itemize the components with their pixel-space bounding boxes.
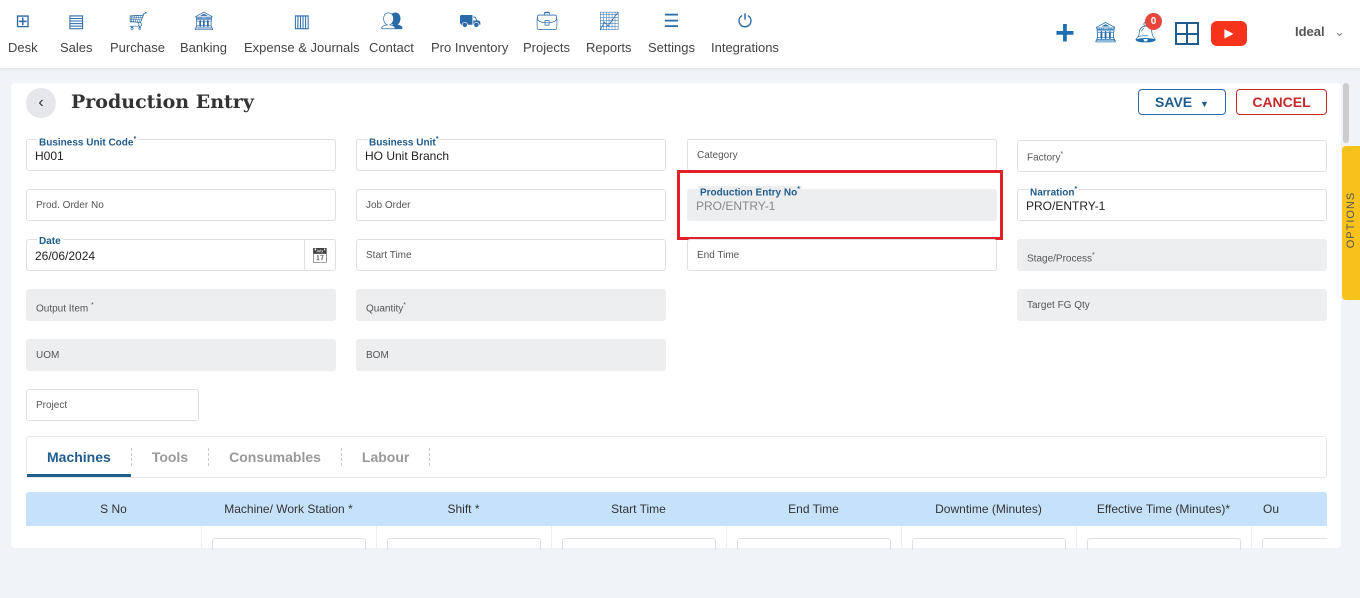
date-field[interactable]: Date 26/06/2024 📅︎ bbox=[26, 236, 336, 271]
youtube-icon[interactable]: ▶ bbox=[1211, 21, 1247, 46]
bank-icon: 🏛︎ bbox=[192, 11, 216, 31]
nav-desk[interactable]: ⊞ Desk bbox=[8, 10, 38, 55]
active-tab-indicator bbox=[27, 474, 131, 477]
output-cell[interactable] bbox=[1251, 526, 1327, 548]
column-header: Ou bbox=[1263, 502, 1280, 516]
nav-pro-inventory[interactable]: ⛟ Pro Inventory bbox=[431, 10, 508, 55]
tab-tools[interactable]: Tools bbox=[132, 448, 210, 466]
desk-icon: ⊞ bbox=[15, 11, 31, 31]
user-menu[interactable]: Ideal ⌄ bbox=[1295, 24, 1345, 40]
bom-field[interactable]: BOM bbox=[356, 339, 666, 371]
job-order-field[interactable]: Job Order bbox=[356, 189, 666, 221]
narration-field[interactable]: Narration* PRO/ENTRY-1 bbox=[1017, 186, 1327, 221]
column-header: Downtime (Minutes) bbox=[935, 502, 1042, 516]
projects-icon: 💼︎ bbox=[535, 11, 559, 31]
uom-field[interactable]: UOM bbox=[26, 339, 336, 371]
effective-time-input[interactable] bbox=[1087, 538, 1241, 550]
nav-settings[interactable]: ☰ Settings bbox=[648, 10, 695, 55]
machines-table-header: S No Machine/ Work Station * Shift * Sta… bbox=[26, 492, 1327, 526]
apps-grid-icon[interactable] bbox=[1175, 22, 1199, 45]
tab-consumables[interactable]: Consumables bbox=[209, 448, 342, 466]
stage-process-field[interactable]: Stage/Process* bbox=[1017, 239, 1327, 271]
tab-labour[interactable]: Labour bbox=[342, 448, 431, 466]
downtime-cell[interactable] bbox=[901, 526, 1076, 550]
end-time-field[interactable]: End Time bbox=[687, 239, 997, 271]
nav-reports[interactable]: 📈︎ Reports bbox=[586, 10, 632, 55]
page-title: Production Entry bbox=[71, 91, 254, 113]
nav-sales[interactable]: ▤ Sales bbox=[60, 10, 93, 55]
end-time-cell[interactable] bbox=[726, 526, 901, 550]
inventory-icon: ⛟ bbox=[458, 11, 482, 31]
downtime-input[interactable] bbox=[912, 538, 1066, 550]
notification-badge: 0 bbox=[1145, 13, 1162, 30]
tab-bar: Machines Tools Consumables Labour bbox=[26, 436, 1327, 478]
save-button[interactable]: SAVE ▼ bbox=[1138, 89, 1226, 115]
chevron-down-icon: ⌄ bbox=[1334, 24, 1346, 39]
cart-icon: 🛒︎ bbox=[126, 11, 150, 31]
effective-time-cell[interactable] bbox=[1076, 526, 1251, 550]
options-panel-toggle[interactable]: OPTIONS bbox=[1342, 146, 1360, 300]
contact-icon: 👥︎ bbox=[380, 11, 404, 31]
column-header: S No bbox=[100, 502, 127, 516]
start-time-input[interactable] bbox=[562, 538, 716, 550]
nav-integrations[interactable]: ⏻ Integrations bbox=[711, 10, 779, 55]
prod-order-no-field[interactable]: Prod. Order No bbox=[26, 189, 336, 221]
shift-input[interactable] bbox=[387, 538, 541, 550]
sales-icon: ▤ bbox=[67, 11, 85, 31]
shift-cell[interactable] bbox=[376, 526, 551, 550]
column-header: Start Time bbox=[611, 502, 666, 516]
project-field[interactable]: Project bbox=[26, 389, 199, 421]
highlight-box bbox=[677, 170, 1003, 240]
start-time-field[interactable]: Start Time bbox=[356, 239, 666, 271]
integrations-icon: ⏻ bbox=[737, 11, 753, 31]
column-header: Shift * bbox=[447, 502, 480, 516]
column-header: Effective Time (Minutes)* bbox=[1096, 502, 1231, 516]
reports-icon: 📈︎ bbox=[597, 11, 621, 31]
column-header: End Time bbox=[788, 502, 839, 516]
nav-expense-journals[interactable]: ▥ Expense & Journals bbox=[244, 10, 360, 55]
factory-field[interactable]: Factory* bbox=[1017, 140, 1327, 172]
output-input[interactable] bbox=[1262, 538, 1327, 548]
settings-icon: ☰ bbox=[663, 11, 680, 31]
chevron-left-icon: ‹ bbox=[38, 94, 44, 111]
back-button[interactable]: ‹ bbox=[26, 88, 56, 118]
nav-projects[interactable]: 💼︎ Projects bbox=[523, 10, 570, 55]
scrollbar[interactable] bbox=[1343, 83, 1349, 143]
journal-icon: ▥ bbox=[293, 11, 311, 31]
bank-transfer-icon[interactable]: 🏛︎ bbox=[1093, 20, 1118, 45]
cancel-button[interactable]: CANCEL bbox=[1236, 89, 1327, 115]
category-field[interactable]: Category bbox=[687, 139, 997, 171]
nav-banking[interactable]: 🏛︎ Banking bbox=[180, 10, 227, 55]
nav-purchase[interactable]: 🛒︎ Purchase bbox=[110, 10, 165, 55]
business-unit-code-field[interactable]: Business Unit Code* H001 bbox=[26, 136, 336, 171]
top-navigation: ⊞ Desk ▤ Sales 🛒︎ Purchase 🏛︎ Banking ▥ Expen… bbox=[0, 0, 1360, 68]
machine-input[interactable] bbox=[212, 538, 366, 550]
quantity-field[interactable]: Quantity* bbox=[356, 289, 666, 321]
target-fg-qty-field[interactable]: Target FG Qty bbox=[1017, 289, 1327, 321]
tab-machines[interactable]: Machines bbox=[27, 448, 132, 466]
business-unit-field[interactable]: Business Unit* HO Unit Branch bbox=[356, 136, 666, 171]
add-icon[interactable]: + bbox=[1055, 16, 1075, 50]
output-item-field[interactable]: Output Item * bbox=[26, 289, 336, 321]
caret-down-icon: ▼ bbox=[1200, 99, 1209, 109]
end-time-input[interactable] bbox=[737, 538, 891, 550]
column-header: Machine/ Work Station * bbox=[224, 502, 353, 516]
machine-cell[interactable] bbox=[201, 526, 376, 550]
start-time-cell[interactable] bbox=[551, 526, 726, 550]
calendar-icon[interactable]: 📅︎ bbox=[304, 240, 335, 270]
nav-contact[interactable]: 👥︎ Contact bbox=[369, 10, 414, 55]
